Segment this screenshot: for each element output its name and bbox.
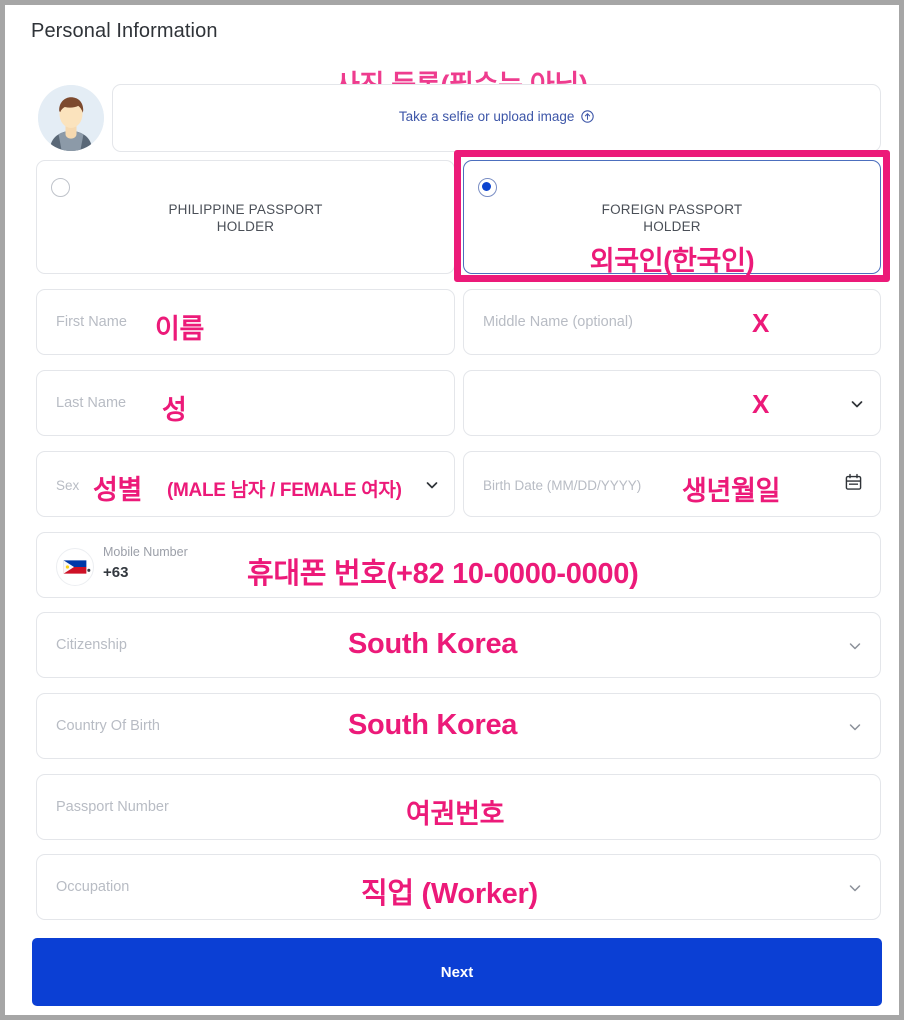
annotation-passport-number: 여권번호 (406, 799, 505, 829)
chevron-down-icon[interactable] (848, 881, 862, 895)
annotation-occupation: 직업 (Worker) (361, 878, 538, 910)
middle-name-field[interactable]: Middle Name (optional) X (463, 289, 881, 355)
upload-circle-icon (581, 110, 594, 123)
radio-card-philippine-label: PHILIPPINE PASSPORT HOLDER (168, 202, 323, 234)
mobile-country-code: +63 (103, 564, 129, 581)
first-name-placeholder: First Name (56, 314, 127, 330)
next-button[interactable]: Next (32, 938, 882, 1006)
birth-date-placeholder: Birth Date (MM/DD/YYYY) (483, 478, 642, 493)
annotation-middle-name: X (752, 308, 770, 338)
calendar-icon[interactable] (845, 473, 862, 491)
middle-name-placeholder: Middle Name (optional) (483, 314, 633, 330)
occupation-field[interactable]: Occupation 직업 (Worker) (36, 854, 881, 920)
radio-philippine-passport[interactable] (51, 178, 70, 197)
annotation-last-name: 성 (162, 395, 187, 425)
selfie-upload-label: Take a selfie or upload image (113, 109, 880, 124)
radio-card-foreign-passport-holder[interactable]: FOREIGN PASSPORT HOLDER 외국인(한국인) (463, 160, 881, 276)
last-name-placeholder: Last Name (56, 395, 127, 411)
passport-number-placeholder: Passport Number (56, 799, 169, 815)
citizenship-placeholder: Citizenship (56, 637, 127, 653)
radio-card-philippine-passport-holder[interactable]: PHILIPPINE PASSPORT HOLDER (36, 160, 455, 274)
passport-number-field[interactable]: Passport Number 여권번호 (36, 774, 881, 840)
birth-date-field[interactable]: Birth Date (MM/DD/YYYY) 생년월일 (463, 451, 881, 517)
chevron-down-icon[interactable] (848, 639, 862, 653)
annotation-foreign-passport: 외국인(한국인) (589, 246, 755, 276)
annotation-mobile-number: 휴대폰 번호(+82 10-0000-0000) (247, 558, 639, 590)
avatar (38, 85, 104, 151)
personal-information-form: Personal Information 사진 등록(필수는 아님) Take … (0, 0, 904, 1020)
page-title: Personal Information (31, 20, 218, 42)
first-name-field[interactable]: First Name 이름 (36, 289, 455, 355)
annotation-sex: 성별 (93, 475, 143, 505)
chevron-down-icon[interactable] (850, 397, 864, 411)
country-of-birth-placeholder: Country Of Birth (56, 718, 160, 734)
annotation-country-of-birth: South Korea (348, 709, 518, 741)
selfie-upload-box[interactable]: Take a selfie or upload image (112, 84, 881, 152)
annotation-first-name: 이름 (155, 314, 205, 344)
annotation-suffix: X (752, 389, 770, 419)
annotation-birth-date: 생년월일 (682, 476, 781, 506)
annotation-sex-note: (MALE 남자 / FEMALE 여자) (167, 480, 402, 501)
mobile-number-field[interactable]: Mobile Number +63 휴대폰 번호(+82 10-0000-000… (36, 532, 881, 598)
radio-foreign-passport[interactable] (478, 178, 497, 197)
annotation-citizenship: South Korea (348, 628, 518, 660)
occupation-placeholder: Occupation (56, 879, 130, 895)
avatar-person-icon (38, 85, 104, 151)
chevron-down-icon[interactable] (848, 720, 862, 734)
mobile-number-label: Mobile Number (103, 545, 188, 559)
philippines-flag-icon[interactable] (56, 548, 94, 586)
citizenship-field[interactable]: Citizenship South Korea (36, 612, 881, 678)
last-name-field[interactable]: Last Name 성 (36, 370, 455, 436)
chevron-down-icon[interactable] (425, 478, 439, 492)
sex-field[interactable]: Sex 성별 (MALE 남자 / FEMALE 여자) (36, 451, 455, 517)
radio-card-foreign-label: FOREIGN PASSPORT HOLDER (601, 202, 743, 234)
country-of-birth-field[interactable]: Country Of Birth South Korea (36, 693, 881, 759)
suffix-field[interactable]: X (463, 370, 881, 436)
sex-placeholder: Sex (56, 478, 80, 493)
